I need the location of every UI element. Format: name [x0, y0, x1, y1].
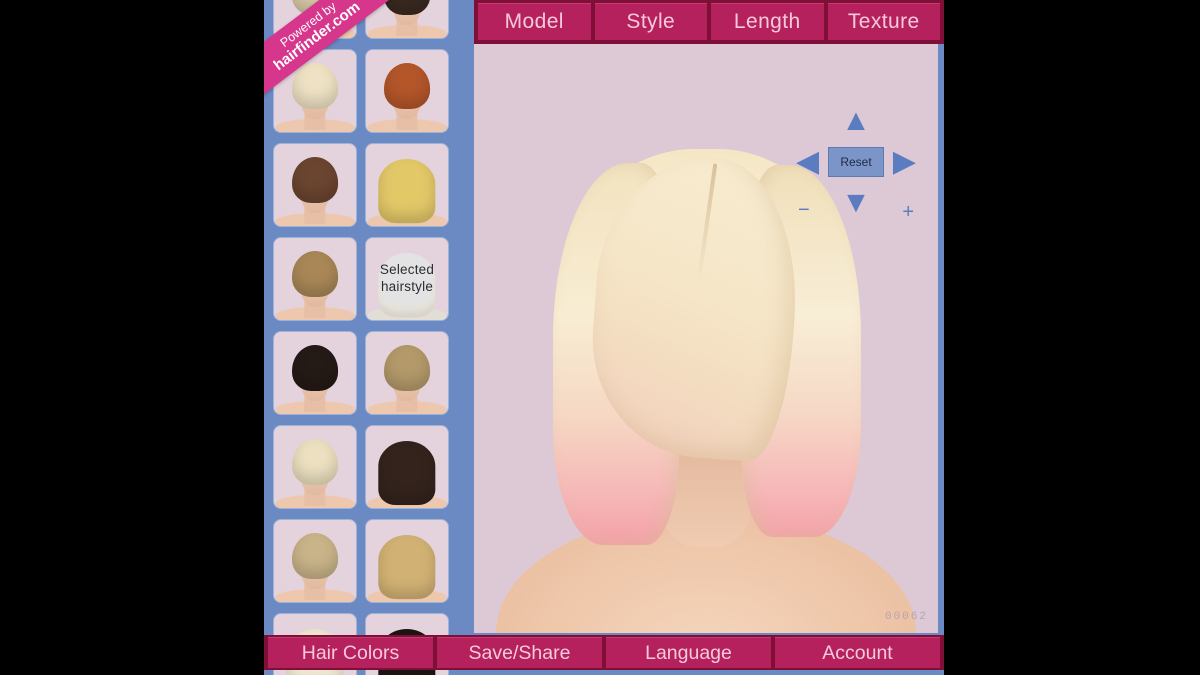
move-right-arrow-icon[interactable]: ▶	[893, 147, 916, 177]
thumbnail-model-image	[274, 238, 356, 320]
thumbnail-model-image	[366, 0, 448, 38]
selected-label-line-2: hairstyle	[380, 279, 434, 294]
move-up-arrow-icon[interactable]: ▲	[841, 106, 871, 136]
thumbnail-model-image	[274, 426, 356, 508]
hairstyle-thumbnail[interactable]	[366, 520, 448, 602]
thumbnail-model-image	[366, 144, 448, 226]
hairstyle-thumbnail[interactable]	[366, 426, 448, 508]
move-left-arrow-icon[interactable]: ◀	[796, 147, 819, 177]
tab-model[interactable]: Model	[478, 3, 591, 40]
hairstyle-thumbnail[interactable]	[274, 332, 356, 414]
image-id-watermark: 00062	[884, 611, 928, 623]
hairstyle-thumbnail[interactable]	[366, 144, 448, 226]
hair-colors-button[interactable]: Hair Colors	[268, 637, 433, 668]
preview-stage[interactable]: ▲ ▼ ◀ ▶ Reset − + 00062	[474, 44, 938, 633]
tab-texture[interactable]: Texture	[827, 3, 940, 40]
tab-style[interactable]: Style	[594, 3, 707, 40]
hairstyle-thumbnail[interactable]	[366, 50, 448, 132]
image-nav-pad: ▲ ▼ ◀ ▶ Reset − +	[796, 106, 916, 224]
hairstyle-thumbnail-grid: Selected hairstyle	[264, 0, 474, 675]
account-button[interactable]: Account	[775, 637, 940, 668]
hairstyle-thumbnail[interactable]	[366, 0, 448, 38]
reset-button[interactable]: Reset	[828, 147, 884, 177]
save-share-button[interactable]: Save/Share	[437, 637, 602, 668]
thumbnail-model-image	[274, 520, 356, 602]
thumbnail-model-image	[274, 332, 356, 414]
zoom-in-icon[interactable]: +	[902, 201, 914, 224]
selected-label-line-1: Selected	[379, 262, 435, 278]
move-down-arrow-icon[interactable]: ▼	[841, 188, 871, 218]
bottom-action-bar: Hair Colors Save/Share Language Account	[264, 635, 944, 670]
hairstyle-thumbnail[interactable]	[274, 520, 356, 602]
thumbnail-model-image	[366, 520, 448, 602]
zoom-out-icon[interactable]: −	[798, 199, 810, 222]
screenshot-root: Model Style Length Texture Selected hairstyl…	[0, 0, 1200, 675]
hairstyle-thumbnail[interactable]	[366, 332, 448, 414]
hairstyle-thumbnail[interactable]	[274, 0, 356, 38]
thumbnail-model-image	[274, 144, 356, 226]
hairstyle-sidebar[interactable]: Selected hairstyle Powered by hairfinder.…	[264, 0, 474, 675]
hairstyle-thumbnail[interactable]: Selected hairstyle	[366, 238, 448, 320]
language-button[interactable]: Language	[606, 637, 771, 668]
thumbnail-model-image	[366, 332, 448, 414]
tab-length[interactable]: Length	[711, 3, 824, 40]
selected-hairstyle-label: Selected hairstyle	[366, 238, 448, 320]
thumbnail-model-image	[366, 426, 448, 508]
thumbnail-model-image	[366, 50, 448, 132]
hairstyle-thumbnail[interactable]	[274, 238, 356, 320]
thumbnail-model-image	[274, 50, 356, 132]
hairstyle-thumbnail[interactable]	[274, 50, 356, 132]
hairstyle-thumbnail[interactable]	[274, 426, 356, 508]
top-tab-bar: Model Style Length Texture	[474, 0, 944, 44]
thumbnail-model-image	[274, 0, 356, 38]
hairstyle-thumbnail[interactable]	[274, 144, 356, 226]
hairstyler-app: Model Style Length Texture Selected hairstyl…	[264, 0, 944, 675]
